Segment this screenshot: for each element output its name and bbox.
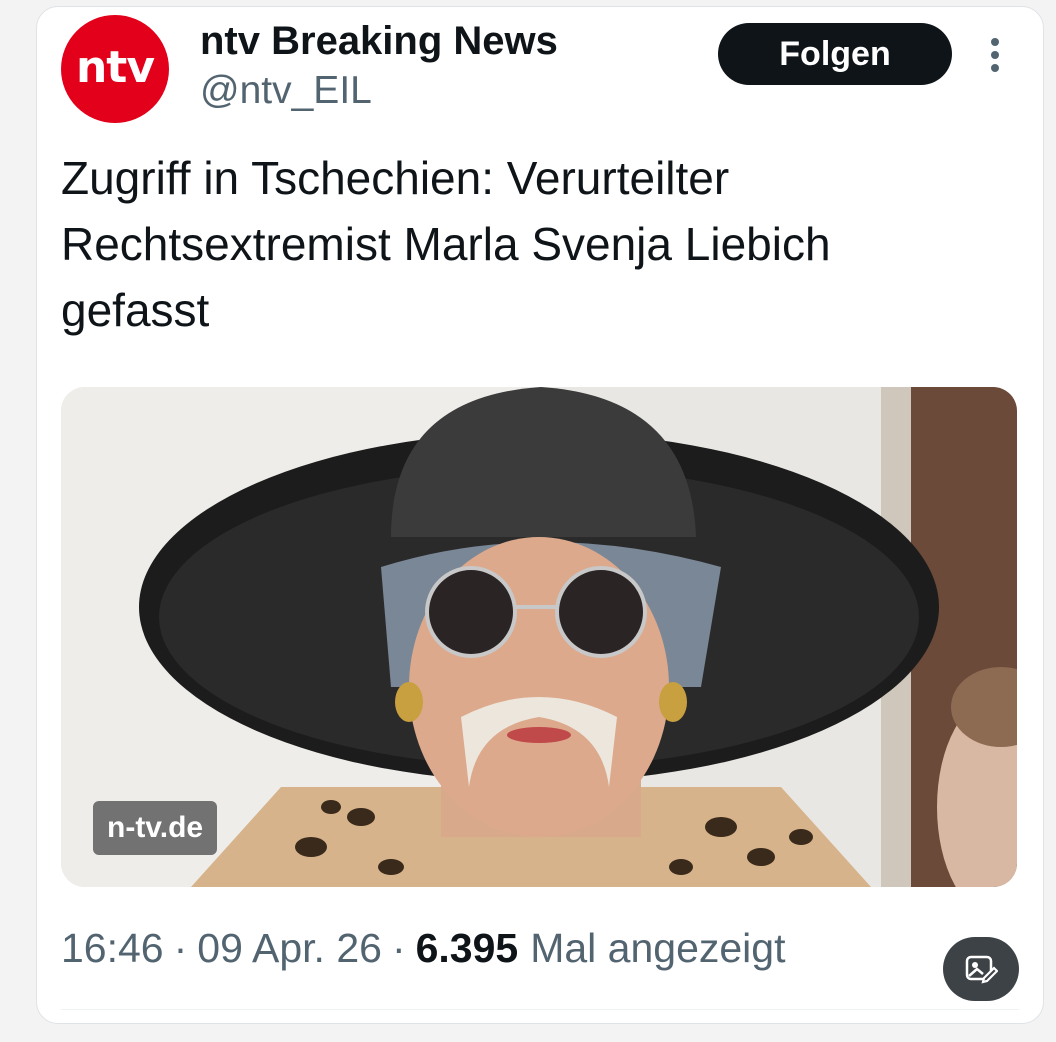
media-source-badge: n-tv.de (93, 801, 218, 855)
tweet-date[interactable]: 09 Apr. 26 (197, 925, 382, 972)
views-label: Mal angezeigt (530, 925, 786, 971)
display-name[interactable]: ntv Breaking News (200, 19, 558, 64)
follow-button[interactable]: Folgen (718, 23, 952, 85)
tweet-time[interactable]: 16:46 (61, 925, 164, 972)
account-handle[interactable]: @ntv_EIL (200, 69, 372, 113)
tweet-card: ntv ntv Breaking News @ntv_EIL Folgen Zu… (36, 6, 1044, 1024)
views-count: 6.395 (415, 925, 519, 971)
image-edit-icon[interactable] (943, 937, 1019, 1001)
ntv-logo-avatar[interactable]: ntv (61, 15, 169, 123)
tweet-text: Zugriff in Tschechien: Verurteilter Rech… (61, 152, 831, 336)
more-vertical-icon[interactable] (977, 33, 1013, 77)
meta-separator: · (391, 925, 406, 971)
tweet-image[interactable]: n-tv.de (61, 387, 1017, 887)
tweet-meta: 16:46 · 09 Apr. 26 · 6.395 Mal angezeigt (61, 925, 785, 972)
meta-separator: · (173, 925, 188, 971)
logo-text: ntv (75, 41, 155, 93)
divider (61, 1009, 1019, 1010)
